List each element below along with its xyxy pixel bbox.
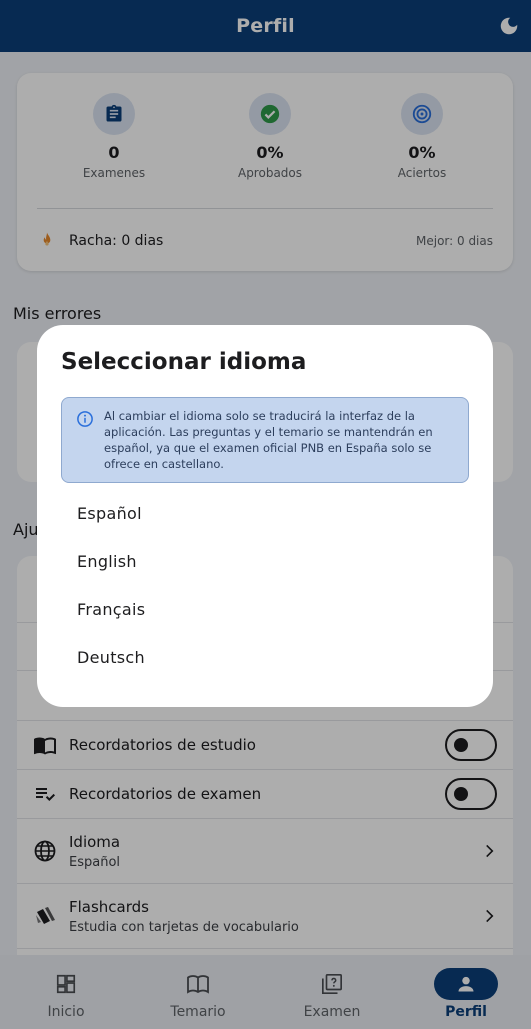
info-box: Al cambiar el idioma solo se traducirá l… <box>61 397 469 483</box>
info-icon <box>77 411 93 427</box>
info-text: Al cambiar el idioma solo se traducirá l… <box>104 409 433 471</box>
language-option-spanish[interactable]: Español <box>61 491 469 535</box>
language-option-german[interactable]: Deutsch <box>61 635 469 679</box>
language-dialog: Seleccionar idioma Al cambiar el idioma … <box>37 325 493 707</box>
language-option-french[interactable]: Français <box>61 587 469 631</box>
dialog-title: Seleccionar idioma <box>61 349 307 375</box>
language-option-english[interactable]: English <box>61 539 469 583</box>
